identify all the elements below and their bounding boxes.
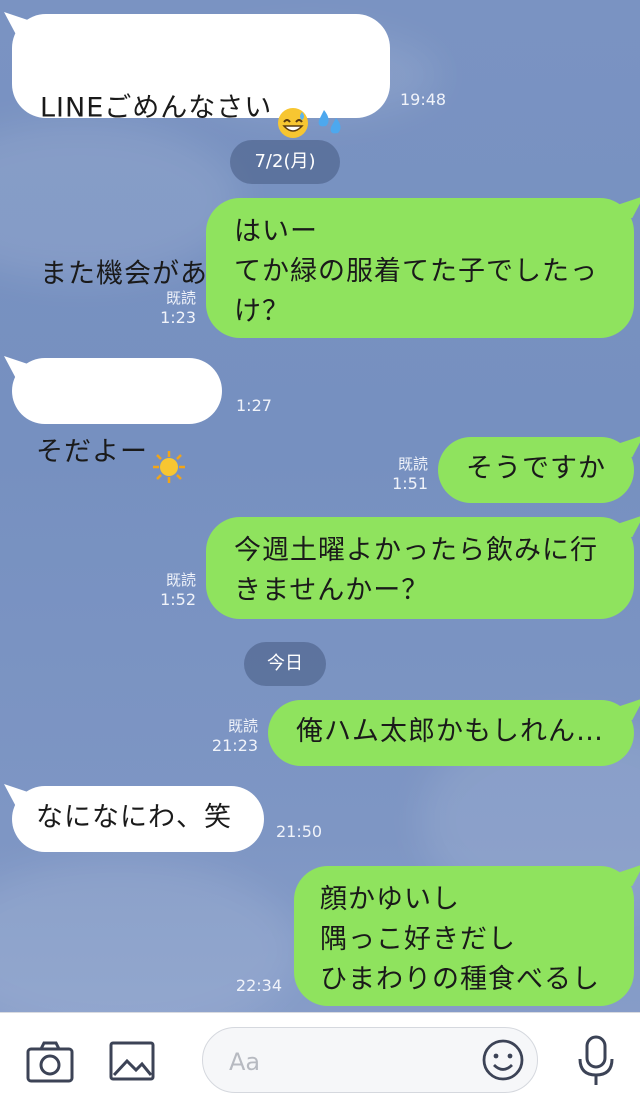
outgoing-message[interactable]: 今週土曜よかったら飲みに行 きませんかー？ (206, 517, 634, 619)
incoming-message[interactable]: LINEごめんなさい また機会があれば (12, 14, 390, 305)
message-time: 21:50 (276, 822, 323, 841)
incoming-message[interactable]: なになにわ、笑 (12, 786, 264, 852)
message-line: そだよー (36, 436, 148, 468)
bubble-tail (618, 515, 640, 537)
message-line: LINEごめんなさい (40, 92, 273, 124)
chat-screen: LINEごめんなさい また機会があれば 19:48 7/2(月) はいー てか緑… (0, 0, 640, 1109)
bubble-tail (618, 196, 640, 218)
message-meta: 既読 1:23 (150, 288, 196, 328)
outgoing-message[interactable]: 俺ハム太郎かもしれん… (268, 700, 634, 766)
read-receipt: 既読 (165, 289, 196, 307)
message-field[interactable] (202, 1027, 538, 1093)
outgoing-message[interactable]: 顔かゆいし 隅っこ好きだし ひまわりの種食べるし (294, 866, 634, 1006)
message-time: 1:51 (392, 474, 428, 493)
microphone-icon[interactable] (570, 1033, 622, 1085)
message-meta: 21:50 (276, 822, 322, 842)
message-time: 1:27 (236, 396, 272, 415)
input-bar (0, 1012, 640, 1109)
message-meta: 既読 1:51 (382, 454, 428, 494)
message-input[interactable] (227, 1042, 461, 1082)
bubble-tail (618, 435, 640, 457)
message-meta: 22:34 (232, 976, 282, 996)
bubble-tail (618, 698, 640, 720)
message-meta: 19:48 (400, 90, 446, 110)
camera-icon[interactable] (24, 1035, 76, 1087)
image-icon[interactable] (106, 1035, 158, 1087)
date-separator: 7/2(月) (230, 140, 340, 184)
message-time: 19:48 (400, 90, 447, 109)
outgoing-message[interactable]: はいー てか緑の服着てた子でしたっ け？ (206, 198, 634, 338)
message-list[interactable]: LINEごめんなさい また機会があれば 19:48 7/2(月) はいー てか緑… (0, 0, 640, 1012)
message-meta: 1:27 (236, 396, 272, 416)
incoming-message[interactable]: そだよー (12, 358, 222, 483)
message-time: 1:52 (160, 590, 196, 609)
emoji-icon[interactable] (481, 1038, 525, 1082)
outgoing-message[interactable]: そうですか (438, 437, 634, 503)
message-meta: 既読 1:52 (150, 570, 196, 610)
sun-emoji (152, 410, 186, 496)
read-receipt: 既読 (165, 571, 196, 589)
read-receipt: 既読 (397, 455, 428, 473)
message-meta: 既読 21:23 (210, 716, 258, 756)
message-time: 22:34 (235, 976, 282, 995)
bubble-tail (618, 864, 640, 886)
read-receipt: 既読 (227, 717, 258, 735)
message-time: 1:23 (160, 308, 196, 327)
message-time: 21:23 (211, 736, 258, 755)
date-separator: 今日 (244, 642, 326, 686)
